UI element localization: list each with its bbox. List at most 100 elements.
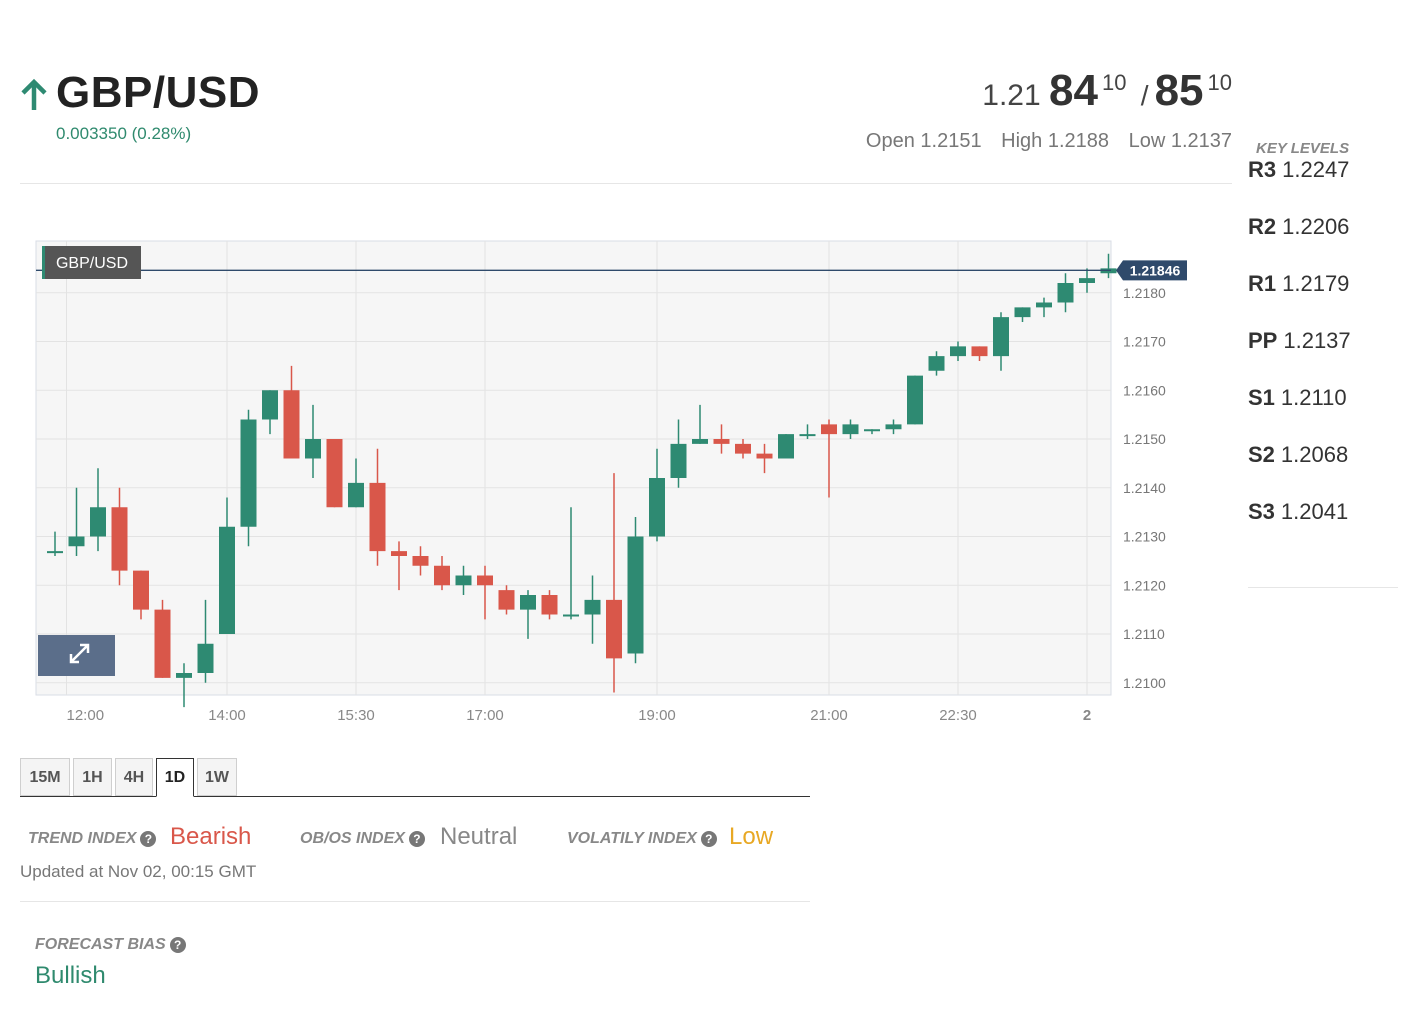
bid-prefix: 1.21 [982, 79, 1041, 112]
candle-bearish [821, 424, 837, 435]
candle-bearish [154, 609, 171, 678]
forecast-bias-label: FORECAST BIAS [35, 936, 166, 953]
candle-bullish [864, 429, 880, 432]
key-level-name: S2 [1248, 442, 1275, 467]
candle-bearish [606, 599, 622, 659]
ask-pips: 85 [1154, 66, 1204, 115]
open-value: Open 1.2151 [865, 130, 982, 152]
candle-bearish [434, 565, 450, 586]
candle-bearish [735, 443, 751, 454]
question-circle-icon[interactable]: ? [169, 936, 186, 953]
volatility-index-label: VOLATILY INDEX [567, 830, 697, 847]
candle-bullish [584, 599, 601, 615]
tab-1w[interactable]: 1W [197, 758, 237, 796]
candle-bullish [649, 478, 665, 537]
candle-bullish [90, 507, 106, 537]
forecast-bias: FORECAST BIAS? [35, 936, 186, 954]
key-level-value: 1.2179 [1282, 271, 1350, 296]
price-chart[interactable]: 1.2180 1.2170 1.2160 1.2150 1.2140 1.2130 1.21… [0, 230, 1240, 740]
y-tick-label: 1.2150 [1123, 431, 1166, 447]
key-level-r1: R1 1.2179 [1248, 255, 1398, 312]
candle-bullish [993, 317, 1009, 357]
tab-4h[interactable]: 4H [115, 758, 153, 796]
candle-bullish [520, 595, 536, 610]
key-levels-panel: KEY LEVELS R3 1.2247 R2 1.2206 R1 1.2179 PP… [1248, 140, 1398, 540]
forecast-bias-value: Bullish [35, 962, 106, 989]
candle-bearish [971, 346, 988, 357]
candle-bullish [197, 643, 214, 673]
question-circle-icon[interactable]: ? [408, 830, 425, 847]
candle-bullish [176, 673, 192, 678]
candle-bullish [219, 526, 235, 634]
x-tick-label: 2 [1083, 707, 1091, 724]
key-level-name: R1 [1248, 271, 1277, 296]
x-tick-label: 15:30 [337, 707, 375, 724]
candle-bearish [713, 439, 730, 444]
updated-timestamp: Updated at Nov 02, 00:15 GMT [20, 862, 257, 881]
y-tick-label: 1.2160 [1123, 382, 1166, 398]
candle-bearish [326, 439, 343, 508]
candle-bearish [133, 570, 149, 610]
candle-bullish [778, 434, 794, 459]
y-tick-label: 1.2100 [1123, 675, 1166, 691]
y-tick-label: 1.2170 [1123, 334, 1166, 350]
quote-separator: / [1140, 80, 1149, 111]
page-title: GBP/USD [56, 68, 260, 117]
candle-bullish [563, 614, 579, 617]
candle-bullish [348, 482, 364, 508]
candle-bullish [305, 439, 321, 459]
timeframe-tabs: 15M 1H 4H 1D 1W [20, 758, 810, 797]
trend-index-label: TREND INDEX [28, 830, 137, 847]
x-tick-label: 12:00 [67, 707, 105, 724]
tab-1d[interactable]: 1D [156, 758, 194, 797]
question-circle-icon[interactable]: ? [140, 830, 157, 847]
candle-bullish [692, 439, 708, 444]
obos-index-label: OB/OS INDEX [300, 830, 405, 847]
key-level-s1: S1 1.2110 [1248, 369, 1398, 426]
plot-area [35, 240, 1112, 696]
ohl-stats: Open 1.2151 High 1.2188 Low 1.2137 [852, 130, 1232, 153]
candle-bullish [240, 419, 257, 527]
candle-bullish [68, 536, 85, 547]
key-level-value: 1.2110 [1280, 385, 1347, 410]
candle-bullish [928, 356, 945, 371]
tab-15m[interactable]: 15M [20, 758, 70, 796]
candle-bullish [1014, 307, 1031, 318]
key-level-value: 1.2041 [1280, 499, 1349, 524]
key-level-value: 1.2137 [1283, 328, 1351, 353]
key-level-name: S1 [1248, 385, 1275, 410]
candle-bullish [1057, 283, 1074, 303]
legend-label: GBP/USD [56, 255, 128, 272]
y-tick-label: 1.2110 [1123, 626, 1165, 642]
obos-index: OB/OS INDEX? [300, 830, 425, 848]
trend-index: TREND INDEX? [28, 830, 157, 848]
candle-bullish [627, 536, 644, 654]
key-level-name: R2 [1248, 214, 1277, 239]
tab-1h[interactable]: 1H [73, 758, 112, 796]
price-change: 0.003350 (0.28%) [56, 124, 192, 143]
bid-ask-quote: 1.21 84 10 /85 10 [982, 66, 1232, 116]
candle-bearish [756, 453, 773, 459]
current-price-label: 1.21846 [1130, 262, 1181, 278]
key-level-r3: R3 1.2247 [1248, 141, 1398, 198]
candle-bearish [283, 390, 300, 459]
candle-bullish [950, 346, 966, 357]
key-level-name: PP [1248, 328, 1278, 353]
key-level-value: 1.2206 [1282, 214, 1350, 239]
candle-bearish [541, 595, 558, 615]
key-level-value: 1.2247 [1282, 157, 1350, 182]
header-divider [20, 183, 1232, 184]
legend-accent [42, 246, 45, 279]
candle-bullish [1079, 278, 1095, 283]
question-circle-icon[interactable]: ? [700, 830, 717, 847]
indicators-divider [20, 901, 810, 902]
key-level-name: S3 [1248, 499, 1275, 524]
arrow-up-icon [21, 78, 47, 110]
candlestick-chart[interactable]: 1.2180 1.2170 1.2160 1.2150 1.2140 1.2130 1.21… [0, 230, 1240, 740]
y-tick-label: 1.2140 [1123, 480, 1166, 496]
key-level-s3: S3 1.2041 [1248, 483, 1398, 540]
low-value: Low 1.2137 [1128, 130, 1232, 152]
candle-bullish [670, 443, 687, 478]
candle-bearish [111, 507, 128, 571]
key-levels-divider [1248, 587, 1398, 588]
